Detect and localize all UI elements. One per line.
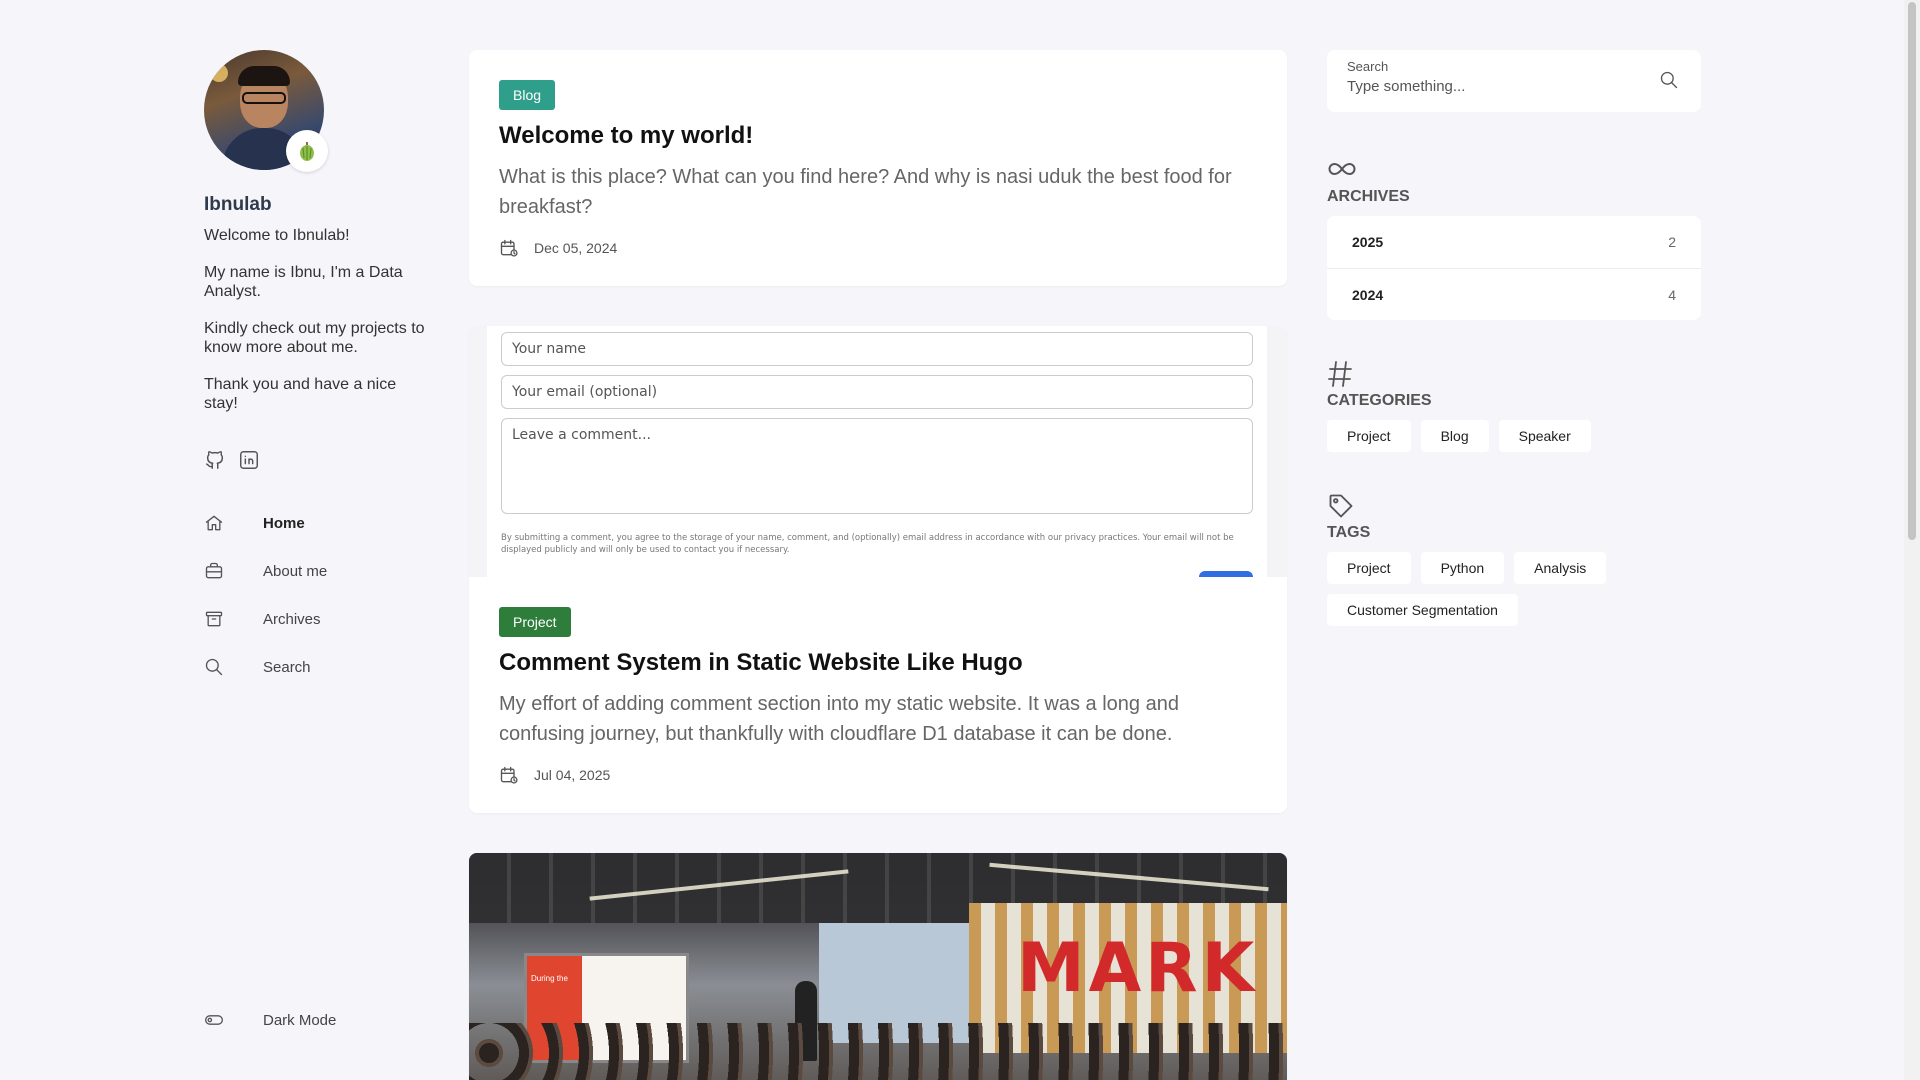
post-list: Blog Welcome to my world! What is this p… xyxy=(469,50,1287,1080)
tag-chip[interactable]: Python xyxy=(1420,552,1505,584)
tag-chip[interactable]: Analysis xyxy=(1514,552,1607,584)
tag-list: Project Python Analysis Customer Segment… xyxy=(1327,552,1701,626)
durian-emoji-icon xyxy=(286,130,328,172)
nav-item-archives[interactable]: Archives xyxy=(204,595,434,643)
archive-year: 2025 xyxy=(1352,234,1384,250)
nav-label: Home xyxy=(263,514,305,532)
post-description: My effort of adding comment section into… xyxy=(499,693,1179,745)
post-card[interactable]: During the MARK xyxy=(469,853,1287,1080)
category-list: Project Blog Speaker xyxy=(1327,420,1701,452)
search-icon[interactable] xyxy=(1659,70,1679,90)
wall-lettering: MARK xyxy=(1017,929,1259,1008)
briefcase-icon xyxy=(204,561,224,581)
tags-title: TAGS xyxy=(1327,524,1371,541)
archive-row-2024[interactable]: 2024 4 xyxy=(1327,268,1701,320)
nav-label: Archives xyxy=(263,610,321,628)
dark-mode-toggle[interactable]: Dark Mode xyxy=(204,1010,336,1030)
category-badge[interactable]: Blog xyxy=(499,80,556,110)
social-links xyxy=(204,449,434,471)
thumbnail-comment-field: Leave a comment... xyxy=(501,418,1253,514)
tag-chip[interactable]: Customer Segmentation xyxy=(1327,594,1518,626)
category-chip[interactable]: Speaker xyxy=(1498,420,1591,452)
archive-year: 2024 xyxy=(1352,286,1384,303)
post-card[interactable]: Blog Welcome to my world! What is this p… xyxy=(469,50,1287,286)
tag-icon xyxy=(1327,492,1357,518)
main-nav: Home About me Archives Search xyxy=(204,499,434,691)
intro-line: Kindly check out my projects to know mor… xyxy=(204,320,425,356)
comment-form-screenshot: Your name Your email (optional) Leave a … xyxy=(487,326,1267,577)
nav-item-search[interactable]: Search xyxy=(204,643,434,691)
post-title[interactable]: Welcome to my world! xyxy=(499,122,1257,150)
intro-line: Thank you and have a nice stay! xyxy=(204,376,397,412)
post-date: Jul 04, 2025 xyxy=(499,765,1257,785)
nav-label: Search xyxy=(263,658,311,676)
post-description: What is this place? What can you find he… xyxy=(499,166,1232,218)
left-sidebar: Ibnulab Welcome to Ibnulab! My name is I… xyxy=(204,50,434,1070)
archive-row-2025[interactable]: 2025 2 xyxy=(1327,216,1701,268)
search-icon xyxy=(204,657,224,677)
archives-title: ARCHIVES xyxy=(1327,188,1410,205)
infinity-icon xyxy=(1327,156,1357,182)
nav-item-home[interactable]: Home xyxy=(204,499,434,547)
categories-title: CATEGORIES xyxy=(1327,392,1432,409)
thumbnail-fine-print: By submitting a comment, you agree to th… xyxy=(501,533,1234,555)
post-card[interactable]: Your name Your email (optional) Leave a … xyxy=(469,326,1287,813)
hashtag-icon xyxy=(1327,360,1357,387)
right-sidebar: Search ARCHIVES 2025 2 2024 4 CATEGORIES… xyxy=(1327,50,1701,626)
search-widget: Search xyxy=(1327,50,1701,112)
calendar-icon xyxy=(499,238,519,258)
tag-chip[interactable]: Project xyxy=(1327,552,1411,584)
home-icon xyxy=(204,513,224,533)
github-icon[interactable] xyxy=(204,449,226,471)
intro-line: Welcome to Ibnulab! xyxy=(204,227,350,244)
archive-list: 2025 2 2024 4 xyxy=(1327,216,1701,320)
category-badge[interactable]: Project xyxy=(499,607,571,637)
page-scrollbar[interactable] xyxy=(1904,0,1920,1080)
search-label: Search xyxy=(1347,59,1389,74)
nav-label: About me xyxy=(263,562,328,580)
category-chip[interactable]: Project xyxy=(1327,420,1411,452)
intro-line: My name is Ibnu, I'm a Data Analyst. xyxy=(204,264,403,300)
archive-count: 4 xyxy=(1668,286,1676,303)
linkedin-icon[interactable] xyxy=(238,449,260,471)
intro-text: Welcome to Ibnulab! My name is Ibnu, I'm… xyxy=(204,226,434,413)
archive-count: 2 xyxy=(1668,234,1676,250)
calendar-icon xyxy=(499,765,519,785)
post-date-text: Jul 04, 2025 xyxy=(534,767,611,783)
toggle-icon xyxy=(204,1010,224,1030)
category-chip[interactable]: Blog xyxy=(1420,420,1489,452)
archive-icon xyxy=(204,609,224,629)
screen-text: During the xyxy=(531,974,568,983)
scrollbar-thumb[interactable] xyxy=(1908,2,1916,540)
thumbnail-email-field: Your email (optional) xyxy=(501,375,1253,409)
search-input[interactable] xyxy=(1347,78,1647,95)
thumbnail-submit-button xyxy=(1199,571,1253,577)
post-thumbnail[interactable]: Your name Your email (optional) Leave a … xyxy=(469,326,1287,577)
post-thumbnail-photo[interactable]: During the MARK xyxy=(469,853,1287,1080)
dark-mode-label: Dark Mode xyxy=(263,1011,337,1029)
post-date-text: Dec 05, 2024 xyxy=(534,240,618,256)
thumbnail-name-field: Your name xyxy=(501,332,1253,366)
nav-item-about[interactable]: About me xyxy=(204,547,434,595)
post-title[interactable]: Comment System in Static Website Like Hu… xyxy=(499,649,1257,677)
post-date: Dec 05, 2024 xyxy=(499,238,1257,258)
site-name: Ibnulab xyxy=(204,194,272,215)
avatar-wrapper xyxy=(204,50,328,172)
